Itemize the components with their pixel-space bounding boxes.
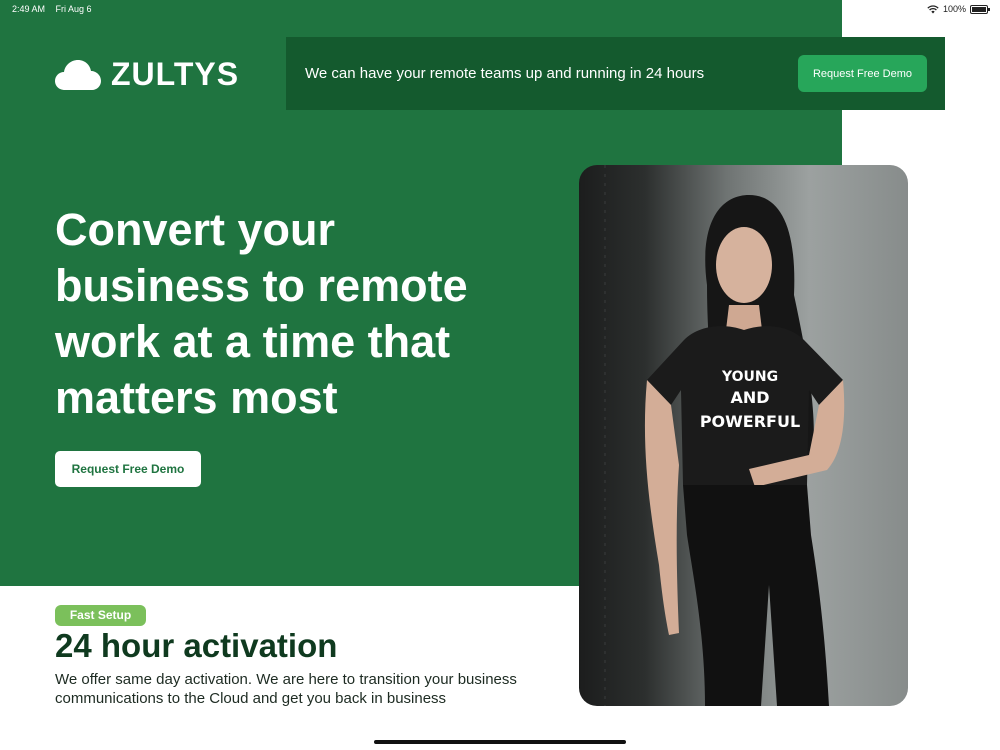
person-illustration: YOUNG AND POWERFUL <box>604 165 845 706</box>
section-title: 24 hour activation <box>55 627 338 664</box>
status-left: 2:49 AM Fri Aug 6 <box>12 4 100 14</box>
banner-text: We can have your remote teams up and run… <box>305 65 705 82</box>
battery-percent: 100% <box>942 4 966 14</box>
battery-icon <box>970 4 990 14</box>
status-date: Fri Aug 6 <box>55 4 92 14</box>
logo[interactable]: ZULTYS <box>55 56 239 93</box>
hero-photo: YOUNG AND POWERFUL <box>579 165 908 706</box>
logo-text: ZULTYS <box>111 56 240 92</box>
promo-banner: We can have your remote teams up and run… <box>286 37 945 110</box>
status-bar: 2:49 AM Fri Aug 6 100% <box>0 0 1000 18</box>
cloud-icon <box>55 59 101 90</box>
hero-title: Convert your business to remote work at … <box>55 204 468 423</box>
banner-request-demo-button[interactable]: Request Free Demo <box>798 55 927 92</box>
hero-request-demo-button[interactable]: Request Free Demo <box>55 451 201 487</box>
status-time: 2:49 AM <box>12 4 46 14</box>
status-right: 100% <box>927 4 990 14</box>
shirt-line-2: AND <box>730 388 769 407</box>
section-body: We offer same day activation. We are her… <box>55 671 517 707</box>
home-indicator[interactable] <box>374 740 626 744</box>
wifi-icon <box>927 4 939 13</box>
shirt-line-1: YOUNG <box>721 369 778 385</box>
shirt-line-3: POWERFUL <box>700 412 800 431</box>
fast-setup-badge: Fast Setup <box>55 605 146 626</box>
